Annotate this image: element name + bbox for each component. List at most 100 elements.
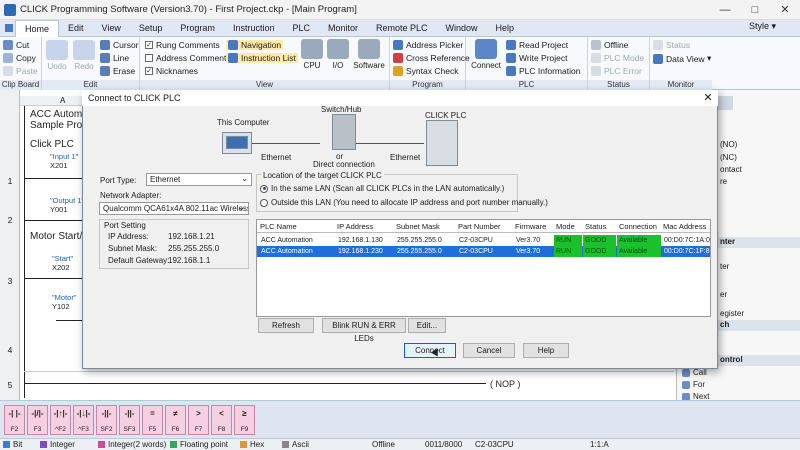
plc-mode-button[interactable]: PLC Mode [591, 53, 644, 63]
style-menu[interactable]: Style ▾ [749, 21, 776, 32]
minimize-button[interactable]: — [710, 0, 740, 20]
blink-leds-button[interactable]: Blink RUN & ERR LEDs [322, 318, 406, 343]
offline-indicator[interactable]: Offline [591, 40, 628, 50]
cut-button[interactable]: Cut [3, 40, 29, 50]
fkey-edge-up[interactable]: -|↑|- ^F2 [50, 405, 71, 435]
menu-home[interactable]: Home [15, 19, 60, 37]
software-button[interactable]: Software [352, 39, 386, 70]
fkey-sf2[interactable]: -||- SF2 [96, 405, 117, 435]
menu-plc[interactable]: PLC [283, 20, 319, 37]
navigation-toggle[interactable]: Navigation [226, 40, 284, 50]
column-header-mode[interactable]: Mode [556, 222, 575, 231]
fkey-no-contact[interactable]: -| |- F2 [4, 405, 25, 435]
close-window-button[interactable]: ✕ [770, 0, 800, 20]
edit-button[interactable]: Edit... [408, 318, 446, 333]
nicknames-toggle[interactable]: ✓ Nicknames [145, 66, 198, 76]
menu-setup[interactable]: Setup [130, 20, 172, 37]
nop-instruction[interactable]: ( NOP ) [490, 379, 520, 389]
undo-button[interactable]: Undo [45, 40, 69, 71]
fkey-nc-contact[interactable]: -|/|- F3 [27, 405, 48, 435]
ethernet-label: Ethernet [261, 153, 292, 162]
instruction-item[interactable]: egister [720, 309, 744, 318]
menu-program[interactable]: Program [171, 20, 224, 37]
menu-instruction[interactable]: Instruction [224, 20, 284, 37]
redo-button[interactable]: Redo [72, 40, 96, 71]
outside-lan-radio[interactable]: Outside this LAN (You need to allocate I… [260, 198, 548, 207]
cancel-button[interactable]: Cancel [463, 343, 515, 358]
menu-edit[interactable]: Edit [59, 20, 93, 37]
plc-list-table[interactable] [256, 219, 711, 317]
read-project-label: Read Project [519, 40, 569, 50]
menu-remote-plc[interactable]: Remote PLC [367, 20, 437, 37]
contact-output-1[interactable]: "Output 1" Y001 [50, 196, 84, 214]
fkey-compare-greater[interactable]: > F7 [188, 405, 209, 435]
contact-motor[interactable]: "Motor" Y102 [52, 293, 77, 311]
menu-help[interactable]: Help [487, 20, 524, 37]
column-header-mac[interactable]: Mac Address [663, 222, 706, 231]
cursor-button[interactable]: Cursor [100, 40, 139, 50]
column-header-part[interactable]: Part Number [458, 222, 501, 231]
menu-view[interactable]: View [93, 20, 130, 37]
column-header-connection[interactable]: Connection [619, 222, 657, 231]
same-lan-radio[interactable]: In the same LAN (Scan all CLICK PLCs in … [260, 184, 504, 193]
instruction-item[interactable]: ontact [720, 165, 742, 174]
fkey-compare-not-equal[interactable]: ≠ F6 [165, 405, 186, 435]
erase-button[interactable]: Erase [100, 66, 135, 76]
cross-reference-button[interactable]: Cross Reference [393, 53, 470, 63]
column-header-status[interactable]: Status [585, 222, 606, 231]
network-adapter-select[interactable]: Qualcomm QCA61x4A 802.11ac Wireless Ac ⌄ [99, 202, 249, 215]
instruction-for[interactable]: For [682, 380, 705, 389]
menu-window[interactable]: Window [437, 20, 487, 37]
fkey-sf3[interactable]: -||- SF3 [119, 405, 140, 435]
port-type-select[interactable]: Ethernet ⌄ [146, 173, 252, 186]
contact-start[interactable]: "Start" X202 [52, 254, 73, 272]
offline-icon [591, 40, 601, 50]
instruction-item[interactable]: (NO) [720, 140, 737, 149]
plc-error-button[interactable]: PLC Error [591, 66, 642, 76]
instruction-item[interactable]: (NC) [720, 153, 737, 162]
fkey-label: F5 [148, 426, 157, 433]
contact-input-1[interactable]: "Input 1" X201 [50, 152, 78, 170]
plc-information-button[interactable]: PLC Information [506, 66, 580, 76]
instruction-item[interactable]: re [720, 177, 727, 186]
instruction-call[interactable]: Call [682, 368, 707, 377]
table-row-selected[interactable]: ACC Automation 192.168.1.230 255.255.255… [257, 246, 710, 257]
address-comments-toggle[interactable]: Address Comments [145, 53, 231, 63]
syntax-check-button[interactable]: Syntax Check [393, 66, 458, 76]
rung-wire [24, 178, 84, 179]
refresh-button[interactable]: Refresh [258, 318, 314, 333]
line-button[interactable]: Line [100, 53, 129, 63]
column-header-firmware[interactable]: Firmware [515, 222, 546, 231]
contact-nickname: "Input 1" [50, 152, 79, 161]
instruction-list-toggle[interactable]: Instruction List [226, 53, 298, 63]
application-menu-icon[interactable] [5, 24, 13, 32]
rung-comments-toggle[interactable]: ✓ Rung Comments [145, 40, 220, 50]
io-button[interactable]: I/O [326, 39, 350, 70]
fkey-compare-less[interactable]: < F8 [211, 405, 232, 435]
monitor-status-button[interactable]: Status [653, 40, 690, 50]
help-button[interactable]: Help [523, 343, 569, 358]
data-view-button[interactable]: Data View ▾ [653, 53, 711, 64]
address-picker-button[interactable]: Address Picker [393, 40, 463, 50]
monitor-group-label: Monitor [650, 80, 712, 90]
fkey-edge-down[interactable]: -|↓|- ^F3 [73, 405, 94, 435]
column-header-plc-name[interactable]: PLC Name [260, 222, 297, 231]
instruction-item[interactable]: er [720, 290, 727, 299]
write-project-button[interactable]: Write Project [506, 53, 568, 63]
dialog-close-icon[interactable]: ✕ [700, 91, 716, 105]
fkey-compare-ge[interactable]: ≥ F9 [234, 405, 255, 435]
menu-monitor[interactable]: Monitor [319, 20, 367, 37]
copy-button[interactable]: Copy [3, 53, 36, 63]
read-project-button[interactable]: Read Project [506, 40, 568, 50]
column-header-ip[interactable]: IP Address [337, 222, 373, 231]
connect-ribbon-button[interactable]: Connect [468, 39, 504, 70]
instruction-item[interactable]: ter [720, 262, 729, 271]
maximize-button[interactable]: □ [740, 0, 770, 20]
connect-button[interactable]: Connect [404, 343, 456, 358]
fkey-compare-equal[interactable]: = F5 [142, 405, 163, 435]
column-header-mask[interactable]: Subnet Mask [396, 222, 440, 231]
status-cpu: C2-03CPU [475, 440, 514, 449]
paste-button[interactable]: Paste [3, 66, 38, 76]
cpu-button[interactable]: CPU [300, 39, 324, 70]
table-row[interactable]: ACC Automation 192.168.1.130 255.255.255… [257, 235, 710, 246]
